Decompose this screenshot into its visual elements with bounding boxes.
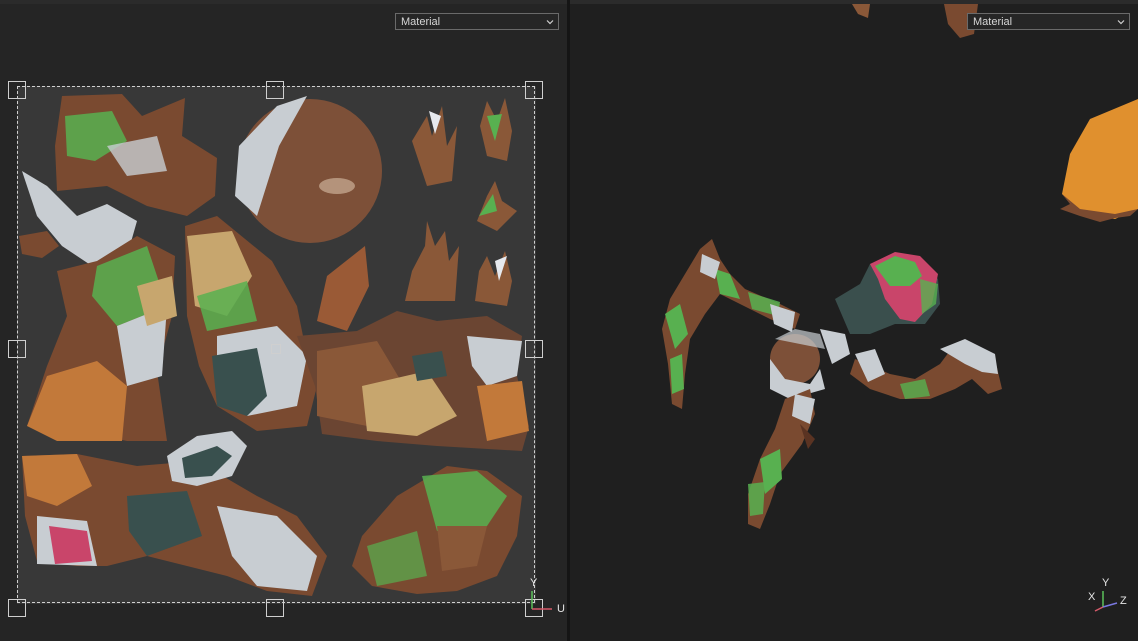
viewport-panel[interactable]: Material [570, 4, 1138, 641]
transform-handle-bottom-center[interactable] [266, 599, 284, 617]
transform-handle-middle-left[interactable] [8, 340, 26, 358]
transform-handle-pivot[interactable] [271, 344, 281, 354]
uv-axis-gizmo-icon [531, 591, 552, 610]
transform-handle-top-left[interactable] [8, 81, 26, 99]
uv-axis-u-label: U [557, 603, 565, 615]
uv-island-leaf [317, 246, 369, 331]
viewport-display-mode-dropdown[interactable]: Material [967, 13, 1130, 30]
transform-handle-top-center[interactable] [266, 81, 284, 99]
egg-model [1062, 99, 1138, 219]
transform-handle-top-right[interactable] [525, 81, 543, 99]
chevron-down-icon [1117, 20, 1125, 25]
uv-island-claw-5 [475, 251, 512, 306]
creature-model [662, 239, 1002, 529]
uv-island-claw-3 [477, 181, 517, 231]
transform-handle-middle-right[interactable] [525, 340, 543, 358]
view-axis-z-label: Z [1120, 595, 1127, 607]
uv-island-claw-4 [405, 221, 459, 301]
uv-display-mode-value: Material [401, 16, 441, 28]
uv-axis-v-label: Y [530, 577, 538, 589]
viewport-scene [662, 4, 1138, 529]
view-axis-gizmo-icon [1094, 591, 1118, 612]
view-axis-x-label: X [1088, 591, 1096, 603]
chevron-down-icon [546, 20, 554, 25]
viewport-display-mode-value: Material [973, 16, 1013, 28]
transform-handle-bottom-left[interactable] [8, 599, 26, 617]
uv-display-mode-dropdown[interactable]: Material [395, 13, 559, 30]
view-axis-y-label: Y [1102, 577, 1110, 589]
